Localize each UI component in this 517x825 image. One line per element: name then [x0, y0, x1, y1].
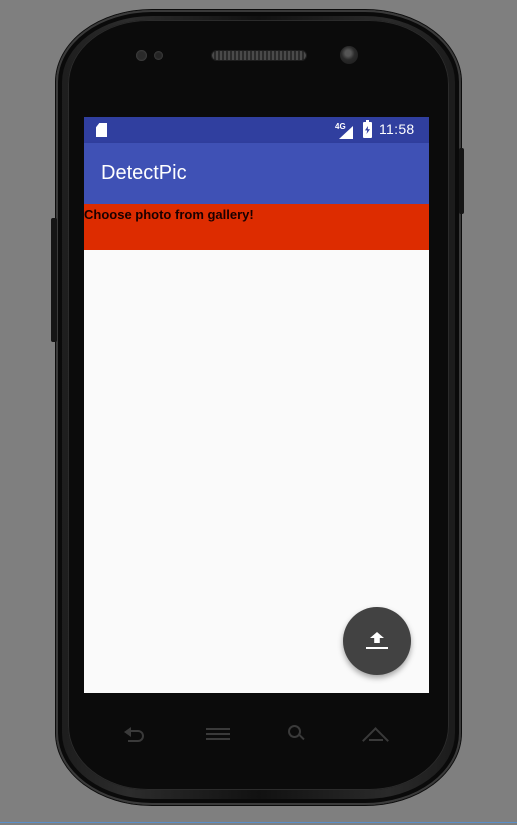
network-type-label: 4G	[335, 122, 346, 131]
device-screen: 4G 11:58 DetectPic Choose photo from gal…	[84, 117, 429, 693]
upload-icon	[366, 632, 388, 650]
app-bar: DetectPic	[84, 143, 429, 204]
app-title: DetectPic	[101, 162, 187, 184]
menu-icon	[206, 727, 230, 741]
status-time: 11:58	[379, 121, 415, 137]
prompt-text: Choose photo from gallery!	[84, 207, 254, 222]
light-sensor	[154, 51, 163, 60]
sd-card-icon	[96, 123, 107, 137]
status-bar: 4G 11:58	[84, 117, 429, 143]
back-icon	[124, 727, 146, 742]
earpiece-speaker	[212, 51, 306, 60]
search-icon	[288, 725, 306, 743]
back-button[interactable]	[121, 724, 149, 744]
proximity-sensor	[136, 50, 147, 61]
menu-button[interactable]	[204, 724, 232, 744]
search-button[interactable]	[283, 724, 311, 744]
home-button[interactable]	[362, 724, 390, 744]
prompt-banner: Choose photo from gallery!	[84, 204, 429, 250]
home-icon	[363, 725, 389, 743]
volume-button	[51, 218, 57, 342]
front-camera	[340, 46, 358, 64]
power-button	[459, 148, 464, 214]
battery-charging-icon	[363, 120, 372, 138]
window-bottom-border	[0, 822, 517, 823]
upload-fab-button[interactable]	[343, 607, 411, 675]
